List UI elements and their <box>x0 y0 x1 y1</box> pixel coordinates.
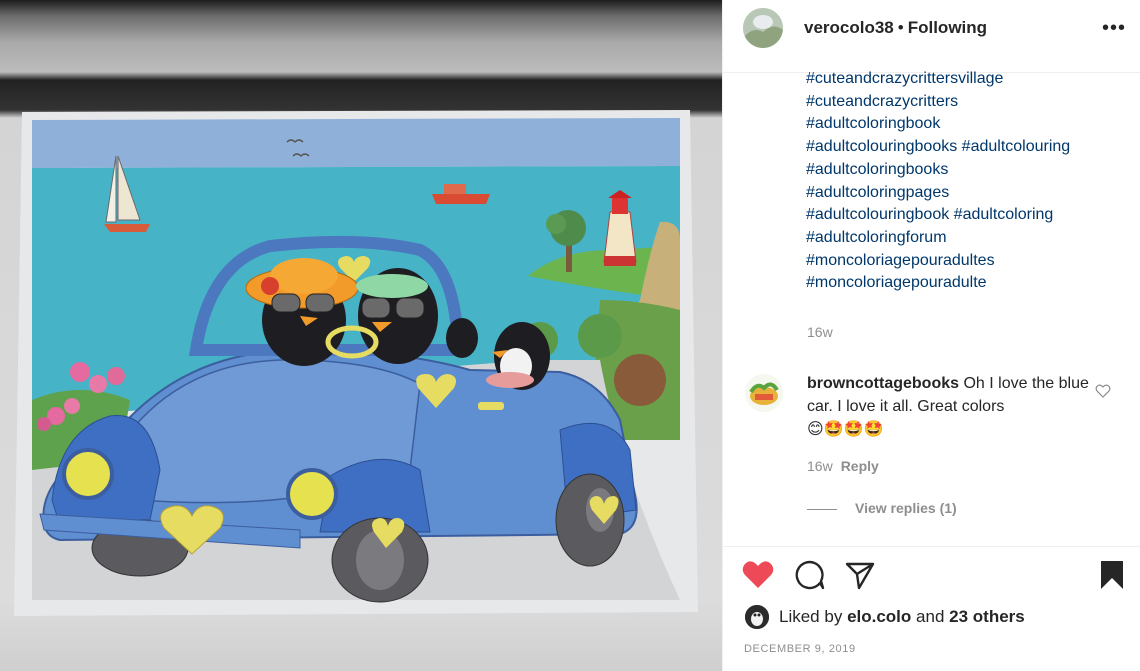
hashtag-line[interactable]: #moncoloriagepouradulte <box>806 272 1126 295</box>
likes-summary: Liked by elo.colo and 23 others <box>779 607 1025 627</box>
comment-body: browncottagebooks Oh I love the blue car… <box>807 372 1107 441</box>
comment-timestamp[interactable]: 16w <box>807 458 833 474</box>
like-heart-icon[interactable] <box>741 558 775 592</box>
liker-avatar[interactable] <box>745 605 769 629</box>
commenter-username[interactable]: browncottagebooks <box>807 375 959 392</box>
likes-others-link[interactable]: 23 others <box>949 607 1025 626</box>
post-date[interactable]: DECEMBER 9, 2019 <box>744 643 856 655</box>
hashtag-line[interactable]: #cuteandcrazycrittersvillage <box>806 68 1126 91</box>
hashtag-line[interactable]: #cuteandcrazycritters <box>806 91 1126 114</box>
liked-by-prefix: Liked by <box>779 607 843 626</box>
header-line: verocolo38 • Following <box>804 18 987 38</box>
actions-divider <box>723 546 1140 547</box>
caption-cut-line <box>806 60 1126 68</box>
caption-timestamp[interactable]: 16w <box>807 324 833 340</box>
commenter-avatar-image <box>745 374 783 412</box>
save-bookmark-icon[interactable] <box>1095 558 1129 592</box>
hashtag-line[interactable]: #moncoloriagepouradultes <box>806 250 1126 273</box>
likes-and: and <box>916 607 945 626</box>
view-replies-label: View replies (1) <box>855 500 957 516</box>
commenter-avatar[interactable] <box>745 374 783 412</box>
following-button[interactable]: Following <box>908 18 987 37</box>
hashtag-line[interactable]: #adultcoloringbooks <box>806 159 1126 182</box>
view-replies-button[interactable]: View replies (1) <box>807 500 957 516</box>
liker-avatar-image <box>745 605 769 629</box>
author-avatar[interactable] <box>743 8 783 48</box>
more-horizontal-icon[interactable]: ••• <box>1101 18 1127 38</box>
caption-hashtags: #cuteandcrazycrittersvillage #cuteandcra… <box>806 60 1126 312</box>
replies-divider-line <box>807 508 837 510</box>
coloring-page-image <box>14 110 698 616</box>
comment-like-heart-icon[interactable] <box>1095 383 1111 399</box>
hashtag-line[interactable]: #adultcolouringbook #adultcoloring <box>806 204 1126 227</box>
hashtag-line[interactable]: #adultcoloringbook <box>806 113 1126 136</box>
hashtag-line[interactable]: #adultcolouringbooks #adultcolouring <box>806 136 1126 159</box>
post-photo[interactable] <box>0 0 722 671</box>
hashtag-line[interactable]: #adultcoloringpages <box>806 182 1126 205</box>
hashtag-line[interactable]: #adultcoloringforum <box>806 227 1126 250</box>
separator-dot: • <box>897 18 904 37</box>
comment-meta: 16w Reply <box>807 458 879 474</box>
liker-username[interactable]: elo.colo <box>847 607 911 626</box>
comment-emojis: 😊🤩🤩🤩 <box>807 421 884 438</box>
share-paper-plane-icon[interactable] <box>843 558 877 592</box>
comment-bubble-icon[interactable] <box>793 558 827 592</box>
author-username[interactable]: verocolo38 <box>804 18 894 37</box>
post-side-panel: verocolo38 • Following ••• #cuteandcrazycr… <box>722 0 1140 671</box>
reply-button[interactable]: Reply <box>841 458 879 474</box>
author-avatar-image <box>743 8 783 48</box>
